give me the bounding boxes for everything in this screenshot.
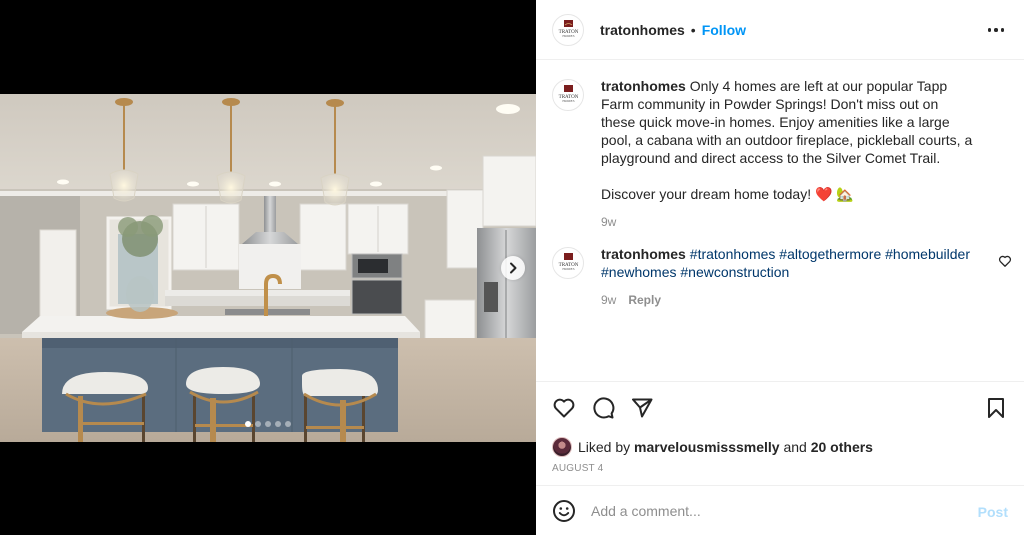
- post-comment-button[interactable]: Post: [978, 504, 1008, 520]
- caption: TRATON HOMES tratonhomes Only 4 homes are…: [552, 77, 976, 231]
- comment-time[interactable]: 9w: [601, 291, 616, 309]
- caption-username[interactable]: tratonhomes: [601, 78, 686, 94]
- add-comment-bar: Post: [536, 485, 1024, 535]
- traton-logo-icon: TRATON HOMES: [559, 19, 579, 38]
- bookmark-icon[interactable]: [984, 396, 1008, 420]
- liker-username[interactable]: marvelousmisssmelly: [634, 439, 780, 455]
- traton-logo-icon: TRATON HOMES: [559, 253, 579, 271]
- author-avatar[interactable]: TRATON HOMES: [552, 13, 584, 46]
- post-date[interactable]: AUGUST 4: [552, 463, 603, 474]
- caption-time[interactable]: 9w: [601, 213, 616, 231]
- logo-text-line2: HOMES: [562, 34, 574, 38]
- comment-body: tratonhomes #tratonhomes #altogethermore …: [601, 245, 976, 309]
- carousel-indicator: [0, 421, 536, 427]
- hashtag-link[interactable]: #newconstruction: [680, 264, 789, 280]
- more-options-button[interactable]: [984, 22, 1008, 38]
- post-photo[interactable]: [0, 94, 536, 442]
- paper-plane-icon[interactable]: [630, 396, 654, 420]
- commenter-avatar[interactable]: TRATON HOMES: [552, 247, 584, 279]
- comment-username[interactable]: tratonhomes: [601, 246, 686, 262]
- hashtag-link[interactable]: #newhomes: [601, 264, 677, 280]
- separator-dot: •: [690, 21, 696, 38]
- more-dot: [1000, 28, 1005, 32]
- hashtag-link[interactable]: #tratonhomes: [690, 246, 776, 262]
- post-details-panel: TRATON HOMES tratonhomes • Follow TRATON…: [536, 0, 1024, 535]
- carousel-dot: [245, 421, 251, 427]
- comments-section[interactable]: TRATON HOMES tratonhomes Only 4 homes are…: [536, 61, 1024, 381]
- heart-icon[interactable]: [552, 396, 576, 420]
- likes-prefix: Liked by: [578, 439, 631, 455]
- hashtag-link[interactable]: #homebuilder: [885, 246, 970, 262]
- follow-button[interactable]: Follow: [702, 22, 746, 38]
- post-header: TRATON HOMES tratonhomes • Follow: [536, 0, 1024, 60]
- traton-logo-icon: TRATON HOMES: [559, 85, 579, 103]
- media-pane: [0, 0, 536, 535]
- carousel-dot: [275, 421, 281, 427]
- caption-text: Only 4 homes are left at our popular Tap…: [601, 78, 973, 202]
- heart-outline-icon[interactable]: [998, 254, 1012, 268]
- post-actions: Liked by marvelousmisssmelly and 20 othe…: [536, 381, 1024, 485]
- comment-item: TRATON HOMES tratonhomes #tratonhomes #al…: [552, 245, 976, 309]
- logo-text-line2: HOMES: [562, 99, 574, 103]
- chevron-right-icon: [510, 262, 517, 274]
- reply-button[interactable]: Reply: [628, 291, 661, 309]
- more-horizontal-icon: [987, 28, 992, 32]
- kitchen-photo: [0, 94, 536, 442]
- caption-body: tratonhomes Only 4 homes are left at our …: [601, 77, 976, 231]
- carousel-dot: [265, 421, 271, 427]
- more-dot: [994, 28, 998, 32]
- likes-connector: and: [783, 439, 807, 455]
- carousel-dot: [255, 421, 261, 427]
- comment-input[interactable]: [591, 502, 961, 519]
- comment-icon[interactable]: [591, 396, 615, 420]
- liker-avatar[interactable]: [552, 437, 572, 457]
- likes-others-link[interactable]: 20 others: [811, 439, 873, 455]
- carousel-dot: [285, 421, 291, 427]
- logo-text-line2: HOMES: [562, 267, 574, 271]
- author-username[interactable]: tratonhomes: [600, 22, 685, 38]
- caption-avatar[interactable]: TRATON HOMES: [552, 79, 584, 111]
- carousel-next-button[interactable]: [501, 256, 525, 280]
- smiley-icon[interactable]: [552, 499, 576, 523]
- hashtag-link[interactable]: #altogethermore: [779, 246, 881, 262]
- likes-summary: Liked by marvelousmisssmelly and 20 othe…: [552, 437, 873, 457]
